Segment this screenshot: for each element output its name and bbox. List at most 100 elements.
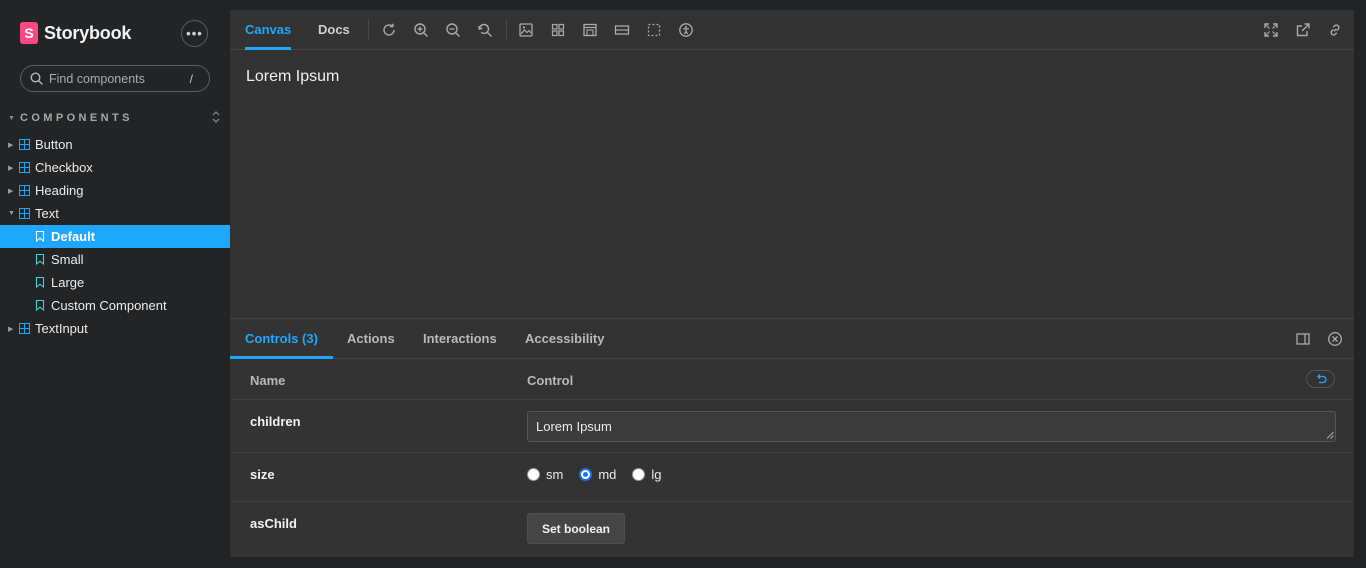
story-item-default[interactable]: Default xyxy=(0,225,230,248)
radio-option-lg[interactable]: lg xyxy=(632,467,662,482)
component-icon xyxy=(19,162,30,173)
tree-item-label: Button xyxy=(35,137,73,152)
sidebar: S Storybook ••• / ▼ COMPONENTS ▶ Button … xyxy=(0,0,230,568)
control-name: asChild xyxy=(250,516,297,531)
radio-label: lg xyxy=(651,467,662,482)
fullscreen-icon[interactable] xyxy=(1263,22,1279,38)
tree-item-label: TextInput xyxy=(35,321,88,336)
tab-actions[interactable]: Actions xyxy=(347,319,395,359)
control-row-size: size sm md lg xyxy=(230,453,1354,502)
bookmark-icon xyxy=(35,300,45,311)
tab-canvas[interactable]: Canvas xyxy=(245,10,292,50)
tree-item-text[interactable]: ▼ Text xyxy=(0,202,230,225)
component-icon xyxy=(19,139,30,150)
radio-button-selected[interactable] xyxy=(579,468,593,481)
component-tree: ▶ Button ▶ Checkbox ▶ Heading ▼ Text Def… xyxy=(0,133,230,340)
menu-button[interactable]: ••• xyxy=(181,20,208,47)
component-icon xyxy=(19,208,30,219)
radio-option-md[interactable]: md xyxy=(579,467,616,482)
more-icon: ••• xyxy=(186,26,203,41)
story-item-large[interactable]: Large xyxy=(0,271,230,294)
main-area: Canvas Docs Lorem Ipsum Controls (3) Act… xyxy=(230,10,1354,557)
zoom-out-icon[interactable] xyxy=(445,22,461,38)
tab-docs[interactable]: Docs xyxy=(318,10,350,50)
story-item-label: Large xyxy=(51,275,85,290)
header-control: Control xyxy=(527,373,574,388)
search-input[interactable] xyxy=(49,71,179,86)
reload-icon[interactable] xyxy=(381,22,397,38)
tree-item-label: Checkbox xyxy=(35,160,93,175)
close-panel-icon[interactable] xyxy=(1327,331,1343,347)
zoom-in-icon[interactable] xyxy=(413,22,429,38)
section-title: COMPONENTS xyxy=(20,112,133,124)
resize-handle-icon[interactable] xyxy=(1326,431,1334,439)
radio-label: sm xyxy=(546,467,564,482)
accessibility-icon[interactable] xyxy=(678,22,694,38)
caret-right-icon: ▶ xyxy=(8,325,14,333)
tree-item-textinput[interactable]: ▶ TextInput xyxy=(0,317,230,340)
story-item-small[interactable]: Small xyxy=(0,248,230,271)
toolbar-divider xyxy=(368,20,369,40)
tree-item-label: Text xyxy=(35,206,59,221)
outline-icon[interactable] xyxy=(646,22,662,38)
tree-item-label: Heading xyxy=(35,183,84,198)
preview-canvas: Lorem Ipsum xyxy=(230,50,1354,318)
tab-interactions[interactable]: Interactions xyxy=(423,319,497,359)
toolbar-divider xyxy=(506,20,507,40)
panel-orientation-icon[interactable] xyxy=(1295,331,1311,347)
search-icon xyxy=(30,71,45,86)
tree-item-button[interactable]: ▶ Button xyxy=(0,133,230,156)
caret-right-icon: ▶ xyxy=(8,141,14,149)
undo-icon xyxy=(1316,374,1327,384)
tree-item-checkbox[interactable]: ▶ Checkbox xyxy=(0,156,230,179)
caret-down-icon: ▼ xyxy=(8,114,15,122)
tree-item-heading[interactable]: ▶ Heading xyxy=(0,179,230,202)
panel-tabs: Controls (3) Actions Interactions Access… xyxy=(230,319,1354,359)
search-box[interactable]: / xyxy=(20,65,210,92)
story-item-custom-component[interactable]: Custom Component xyxy=(0,294,230,317)
bookmark-icon xyxy=(35,254,45,265)
story-item-label: Default xyxy=(51,229,96,244)
story-item-label: Custom Component xyxy=(51,298,167,313)
reset-controls-button[interactable] xyxy=(1306,370,1335,388)
controls-table: Name Control children size sm xyxy=(230,359,1354,558)
caret-down-icon: ▼ xyxy=(8,210,15,217)
set-boolean-button[interactable]: Set boolean xyxy=(527,513,626,544)
background-icon[interactable] xyxy=(518,22,534,38)
control-row-aschild: asChild Set boolean xyxy=(230,502,1354,558)
component-icon xyxy=(19,323,30,334)
radio-label: md xyxy=(598,467,617,482)
copy-link-icon[interactable] xyxy=(1327,22,1343,38)
caret-right-icon: ▶ xyxy=(8,187,14,195)
components-section-header[interactable]: ▼ COMPONENTS xyxy=(8,111,220,125)
viewport-icon[interactable] xyxy=(582,22,598,38)
header-name: Name xyxy=(250,373,286,388)
size-radio-group: sm md lg xyxy=(527,467,678,482)
search-shortcut-hint: / xyxy=(189,71,193,86)
control-name: children xyxy=(250,414,301,429)
measure-icon[interactable] xyxy=(614,22,630,38)
story-item-label: Small xyxy=(51,252,84,267)
radio-option-sm[interactable]: sm xyxy=(527,467,563,482)
toolbar: Canvas Docs xyxy=(230,10,1354,50)
children-text-input[interactable] xyxy=(527,411,1336,442)
open-new-tab-icon[interactable] xyxy=(1295,22,1311,38)
brand[interactable]: S Storybook xyxy=(20,22,131,44)
bookmark-icon xyxy=(35,231,45,242)
brand-name: Storybook xyxy=(44,22,132,43)
component-icon xyxy=(19,185,30,196)
tab-accessibility[interactable]: Accessibility xyxy=(525,319,605,359)
controls-table-header: Name Control xyxy=(230,359,1354,400)
control-name: size xyxy=(250,467,275,482)
collapse-all-icon[interactable] xyxy=(212,111,220,125)
zoom-reset-icon[interactable] xyxy=(477,22,493,38)
radio-button[interactable] xyxy=(527,468,540,481)
tab-controls[interactable]: Controls (3) xyxy=(230,319,333,359)
grid-icon[interactable] xyxy=(550,22,566,38)
addons-panel: Controls (3) Actions Interactions Access… xyxy=(230,318,1354,557)
caret-right-icon: ▶ xyxy=(8,164,14,172)
radio-button[interactable] xyxy=(632,468,646,481)
bookmark-icon xyxy=(35,277,45,288)
storybook-logo-icon: S xyxy=(20,22,38,44)
control-row-children: children xyxy=(230,400,1354,453)
